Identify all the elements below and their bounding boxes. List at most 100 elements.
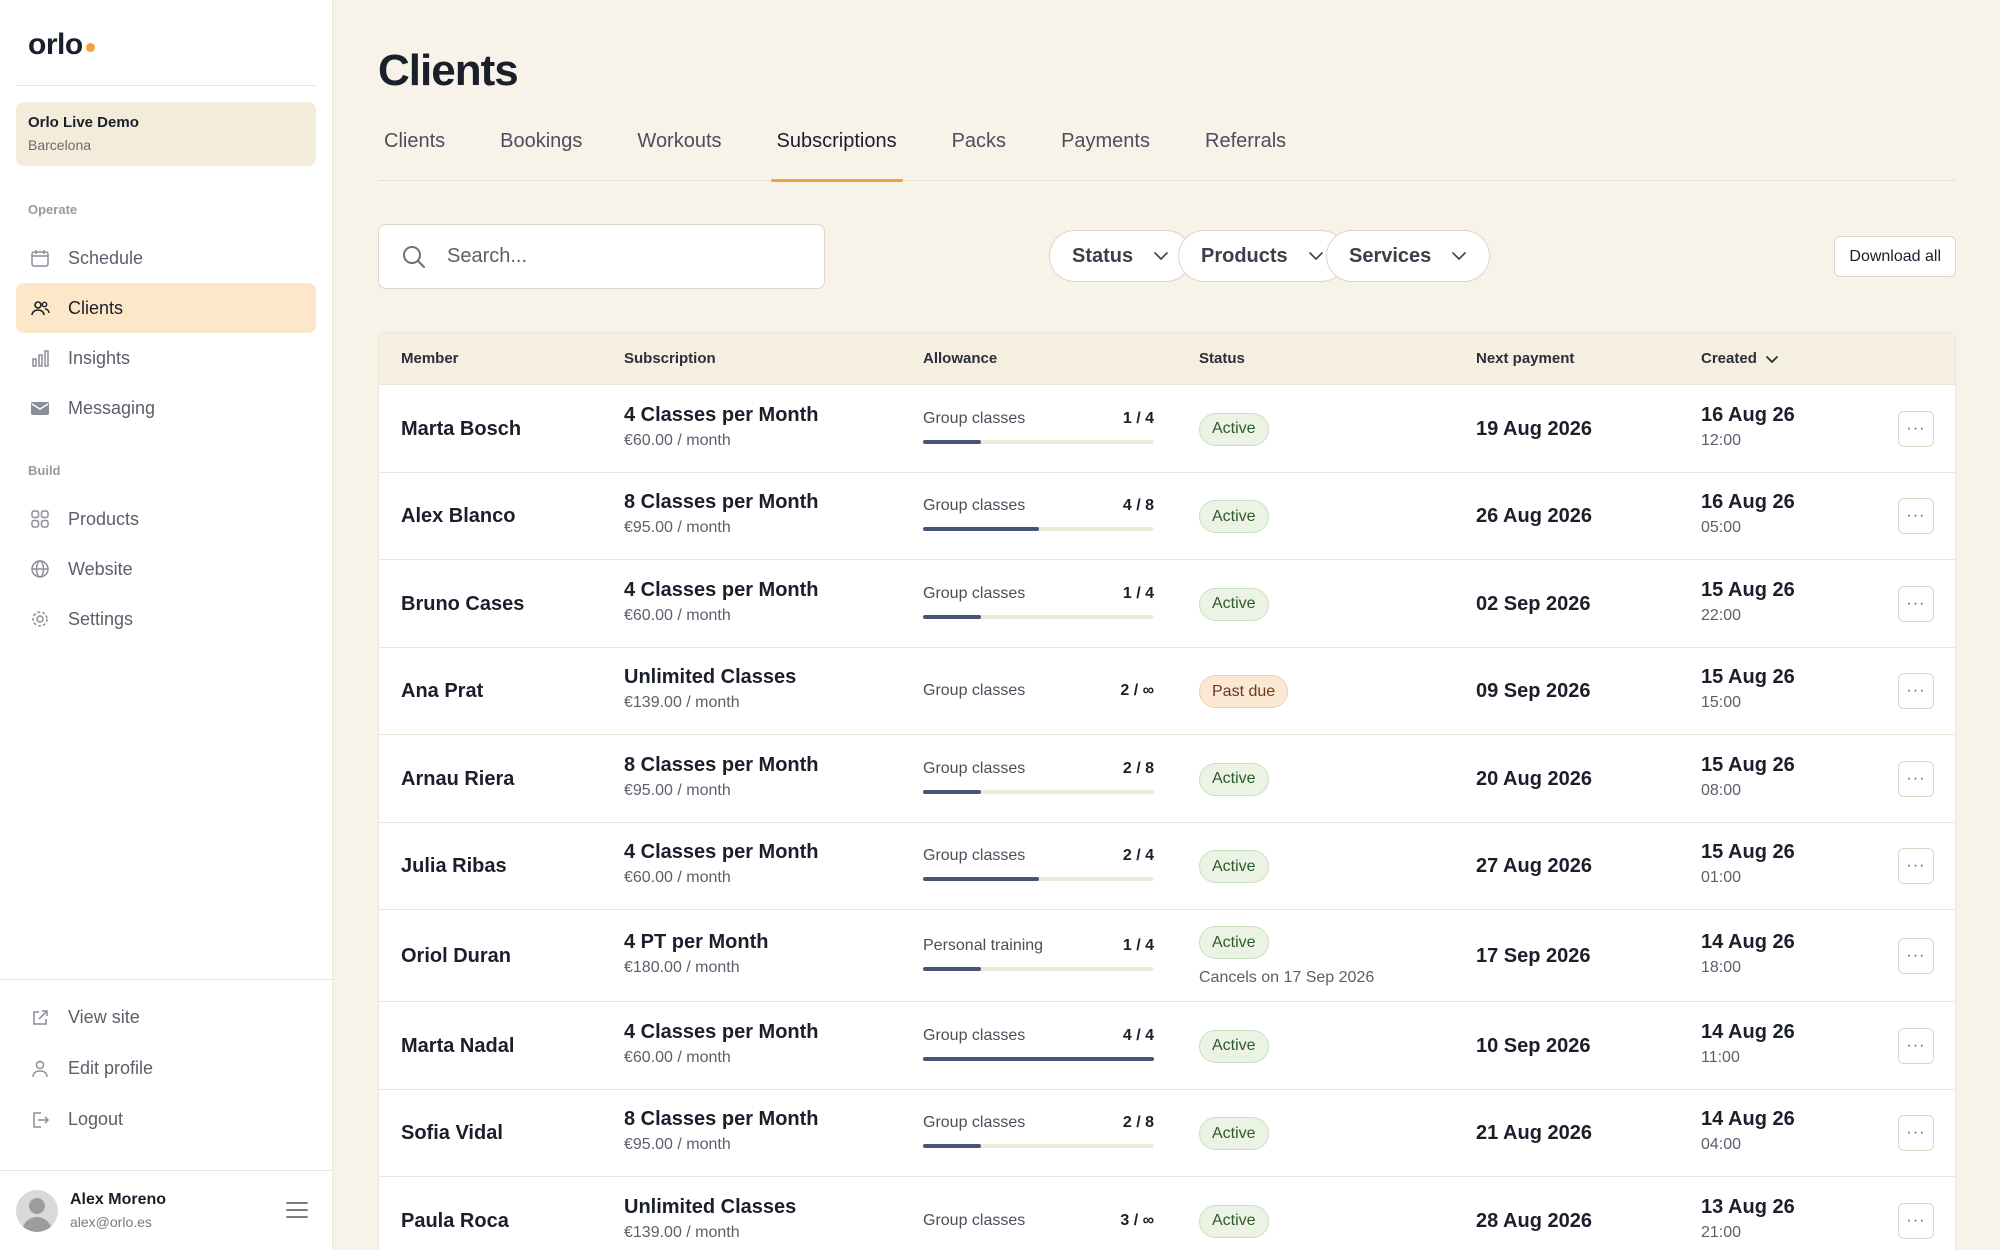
member-name[interactable]: Julia Ribas	[401, 855, 507, 878]
table-row[interactable]: Sofia Vidal 8 Classes per Month €95.00 / m…	[379, 1090, 1955, 1177]
created-time: 12:00	[1701, 431, 1742, 449]
allowance-progress-fill	[923, 967, 981, 971]
org-switcher[interactable]: Orlo Live Demo Barcelona	[16, 102, 316, 166]
sidebar-item-messaging[interactable]: Messaging	[16, 383, 316, 433]
status-badge: Active	[1199, 1204, 1269, 1238]
gear-icon	[30, 609, 50, 629]
tab-workouts[interactable]: Workouts	[631, 122, 727, 181]
table-row[interactable]: Julia Ribas 4 Classes per Month €60.00 / m…	[379, 823, 1955, 910]
allowance-progress-bar	[923, 967, 1154, 971]
sidebar-item-products[interactable]: Products	[16, 494, 316, 544]
status-filter-dropdown[interactable]: Status	[1049, 230, 1193, 282]
sidebar-item-insights[interactable]: Insights	[16, 333, 316, 383]
products-filter-dropdown[interactable]: Products	[1178, 230, 1347, 282]
globe-icon	[30, 559, 50, 579]
sidebar-item-label: Clients	[68, 297, 124, 318]
next-payment-date: 19 Aug 2026	[1476, 417, 1592, 440]
allowance-progress-bar	[923, 439, 1154, 444]
subscription-price: €60.00 / month	[624, 431, 731, 449]
logout-icon	[30, 1110, 50, 1130]
sidebar-item-logout[interactable]: Logout	[16, 1094, 316, 1145]
row-more-options-button[interactable]: ···	[1898, 760, 1934, 797]
tab-packs[interactable]: Packs	[946, 122, 1012, 181]
section-label-operate: Operate	[28, 202, 78, 217]
allowance-progress-fill	[923, 614, 981, 619]
user-profile[interactable]: Alex Moreno alex@orlo.es	[0, 1170, 332, 1250]
sidebar-item-schedule[interactable]: Schedule	[16, 233, 316, 283]
sidebar-item-view-site[interactable]: View site	[16, 992, 316, 1043]
search-input[interactable]	[447, 245, 807, 268]
column-header-allowance: Allowance	[923, 350, 998, 367]
bar-chart-icon	[30, 348, 50, 368]
subscription-price: €95.00 / month	[624, 781, 731, 799]
tab-clients[interactable]: Clients	[378, 122, 451, 181]
sidebar-item-settings[interactable]: Settings	[16, 594, 316, 644]
next-payment-date: 26 Aug 2026	[1476, 505, 1592, 528]
member-name[interactable]: Sofia Vidal	[401, 1122, 503, 1145]
subscription-price: €180.00 / month	[624, 959, 740, 976]
row-more-options-button[interactable]: ···	[1898, 410, 1934, 447]
sort-chevron-down-icon[interactable]	[1765, 352, 1779, 366]
table-row[interactable]: Paula Roca Unlimited Classes €139.00 / mon…	[379, 1177, 1955, 1250]
row-more-options-button[interactable]: ···	[1898, 938, 1934, 974]
created-time: 21:00	[1701, 1223, 1742, 1241]
table-row[interactable]: Alex Blanco 8 Classes per Month €95.00 / m…	[379, 473, 1955, 560]
download-all-button[interactable]: Download all	[1834, 236, 1956, 277]
subscription-name: 4 PT per Month	[624, 931, 769, 953]
column-header-subscription: Subscription	[624, 350, 716, 367]
user-email: alex@orlo.es	[70, 1214, 152, 1230]
member-name[interactable]: Marta Nadal	[401, 1035, 514, 1058]
allowance-progress-fill	[923, 439, 981, 444]
sidebar-item-label: Website	[68, 558, 133, 579]
sidebar-item-edit-profile[interactable]: Edit profile	[16, 1043, 316, 1094]
status-badge: Active	[1199, 412, 1269, 446]
member-name[interactable]: Alex Blanco	[401, 505, 515, 528]
table-row[interactable]: Marta Bosch 4 Classes per Month €60.00 / m…	[379, 385, 1955, 473]
sidebar-item-clients[interactable]: Clients	[16, 283, 316, 333]
tab-payments[interactable]: Payments	[1055, 122, 1156, 181]
tab-bookings[interactable]: Bookings	[494, 122, 588, 181]
row-more-options-button[interactable]: ···	[1898, 498, 1934, 535]
member-name[interactable]: Oriol Duran	[401, 945, 511, 968]
row-more-options-button[interactable]: ···	[1898, 1027, 1934, 1064]
subscription-name: 4 Classes per Month	[624, 841, 819, 864]
logo-area: orlo	[16, 0, 316, 86]
tab-bar: Clients Bookings Workouts Subscriptions Pack…	[378, 122, 1956, 182]
member-name[interactable]: Arnau Riera	[401, 768, 514, 791]
row-more-options-button[interactable]: ···	[1898, 585, 1934, 622]
row-more-options-button[interactable]: ···	[1898, 848, 1934, 885]
chevron-down-icon	[1308, 252, 1323, 260]
subscription-name: 4 Classes per Month	[624, 578, 819, 601]
row-more-options-button[interactable]: ···	[1898, 673, 1934, 710]
row-more-options-button[interactable]: ···	[1898, 1202, 1934, 1239]
sidebar-item-website[interactable]: Website	[16, 544, 316, 594]
member-name[interactable]: Marta Bosch	[401, 418, 521, 441]
tab-referrals[interactable]: Referrals	[1199, 122, 1292, 181]
member-name[interactable]: Ana Prat	[401, 680, 483, 703]
member-name[interactable]: Bruno Cases	[401, 593, 524, 616]
allowance-progress-bar	[923, 1144, 1154, 1149]
column-header-created[interactable]: Created	[1701, 350, 1779, 367]
row-more-options-button[interactable]: ···	[1898, 1115, 1934, 1152]
chevron-down-icon	[1452, 252, 1467, 260]
services-filter-dropdown[interactable]: Services	[1326, 230, 1491, 282]
table-row[interactable]: Marta Nadal 4 Classes per Month €60.00 / m…	[379, 1002, 1955, 1090]
table-row[interactable]: Ana Prat Unlimited Classes €139.00 / month…	[379, 648, 1955, 735]
created-time: 04:00	[1701, 1136, 1742, 1154]
next-payment-date: 09 Sep 2026	[1476, 680, 1591, 703]
table-row[interactable]: Arnau Riera 8 Classes per Month €95.00 / m…	[379, 735, 1955, 823]
search-box[interactable]	[378, 224, 825, 289]
status-badge: Active	[1199, 926, 1269, 959]
subscription-price: €139.00 / month	[624, 694, 740, 712]
table-row[interactable]: Oriol Duran 4 PT per Month €180.00 / month…	[379, 910, 1955, 1002]
member-name[interactable]: Paula Roca	[401, 1210, 509, 1233]
tab-subscriptions[interactable]: Subscriptions	[770, 122, 903, 182]
created-time: 01:00	[1701, 869, 1742, 887]
page-title: Clients	[378, 46, 519, 95]
next-payment-date: 20 Aug 2026	[1476, 767, 1592, 790]
hamburger-menu-icon[interactable]	[286, 1201, 308, 1219]
calendar-icon	[30, 248, 50, 268]
logo[interactable]: orlo	[28, 28, 83, 61]
allowance-count: 2 / 8	[1122, 759, 1154, 777]
table-row[interactable]: Bruno Cases 4 Classes per Month €60.00 / m…	[379, 560, 1955, 648]
